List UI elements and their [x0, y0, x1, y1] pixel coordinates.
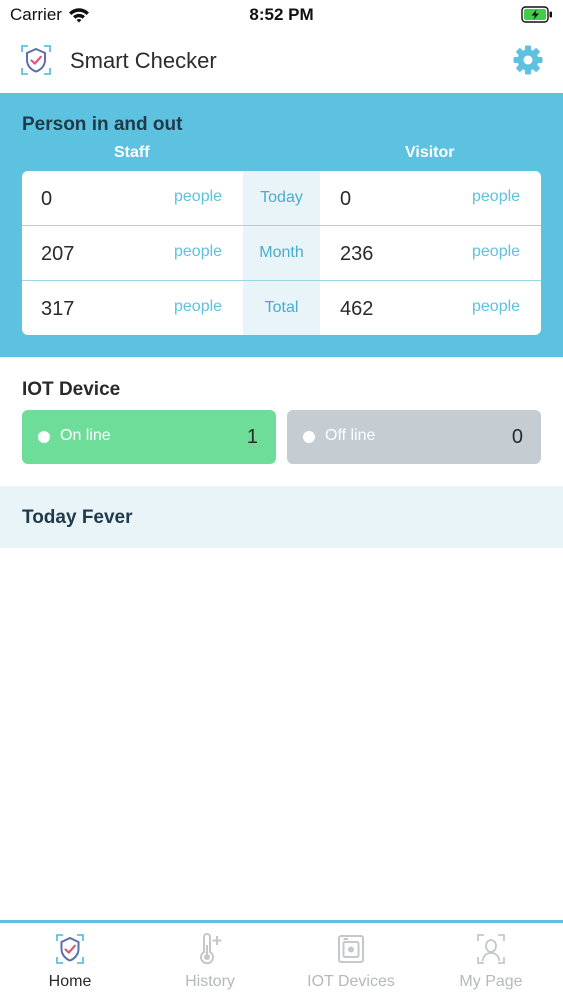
period-label: Month	[259, 244, 304, 261]
tab-home[interactable]: Home	[0, 923, 140, 1000]
staff-column-header: Staff	[114, 144, 150, 161]
status-bar: Carrier 8:52 PM	[0, 0, 563, 30]
online-label: On line	[60, 427, 111, 444]
tab-history[interactable]: History	[140, 923, 280, 1000]
bottom-tab-bar: Home History IOT Devices My Page	[0, 920, 563, 1000]
thermometer-plus-icon	[200, 933, 222, 965]
visitor-unit: people	[472, 188, 521, 205]
tab-label: Home	[48, 973, 92, 990]
app-title: Smart Checker	[70, 48, 217, 73]
offline-label: Off line	[325, 427, 376, 444]
today-fever-title: Today Fever	[22, 507, 133, 528]
staff-unit: people	[174, 243, 223, 260]
stats-row-today: 0 people Today 0 people	[22, 171, 541, 225]
today-fever-section: Today Fever	[0, 486, 563, 548]
period-label: Today	[260, 189, 303, 206]
battery-charging-icon	[521, 6, 552, 23]
period-label: Total	[264, 299, 299, 316]
visitor-count: 462	[340, 298, 374, 320]
shield-check-logo-icon	[21, 45, 51, 75]
app-header: Smart Checker	[0, 30, 563, 92]
device-icon	[338, 935, 364, 963]
visitor-unit: people	[472, 243, 521, 260]
person-frame-icon	[477, 934, 505, 964]
stats-row-month: 207 people Month 236 people	[22, 226, 541, 280]
stats-row-total: 317 people Total 462 people	[22, 281, 541, 335]
tab-label: My Page	[459, 973, 523, 990]
staff-unit: people	[174, 298, 223, 315]
staff-count: 317	[41, 298, 75, 320]
person-panel-title: Person in and out	[22, 114, 183, 135]
person-in-out-panel: Person in and out Staff Visitor 0 people…	[0, 93, 563, 357]
shield-check-icon	[56, 934, 84, 964]
offline-devices-card[interactable]: Off line 0	[287, 410, 541, 464]
staff-unit: people	[174, 188, 223, 205]
status-time: 8:52 PM	[249, 5, 314, 24]
online-dot-icon	[38, 431, 50, 443]
visitor-unit: people	[472, 298, 521, 315]
tab-label: IOT Devices	[307, 973, 395, 990]
online-count: 1	[246, 426, 258, 448]
staff-count: 0	[41, 188, 53, 210]
visitor-count: 236	[340, 243, 374, 265]
visitor-count: 0	[340, 188, 352, 210]
online-devices-card[interactable]: On line 1	[22, 410, 276, 464]
stats-table: 0 people Today 0 people 207 people Month…	[22, 171, 541, 335]
tab-label: History	[185, 973, 235, 990]
offline-dot-icon	[303, 431, 315, 443]
visitor-column-header: Visitor	[405, 144, 455, 161]
iot-device-title: IOT Device	[22, 379, 121, 400]
tab-my-page[interactable]: My Page	[421, 923, 561, 1000]
staff-count: 207	[41, 243, 75, 265]
offline-count: 0	[511, 426, 523, 448]
settings-gear-icon[interactable]	[511, 43, 545, 77]
tab-iot-devices[interactable]: IOT Devices	[281, 923, 421, 1000]
